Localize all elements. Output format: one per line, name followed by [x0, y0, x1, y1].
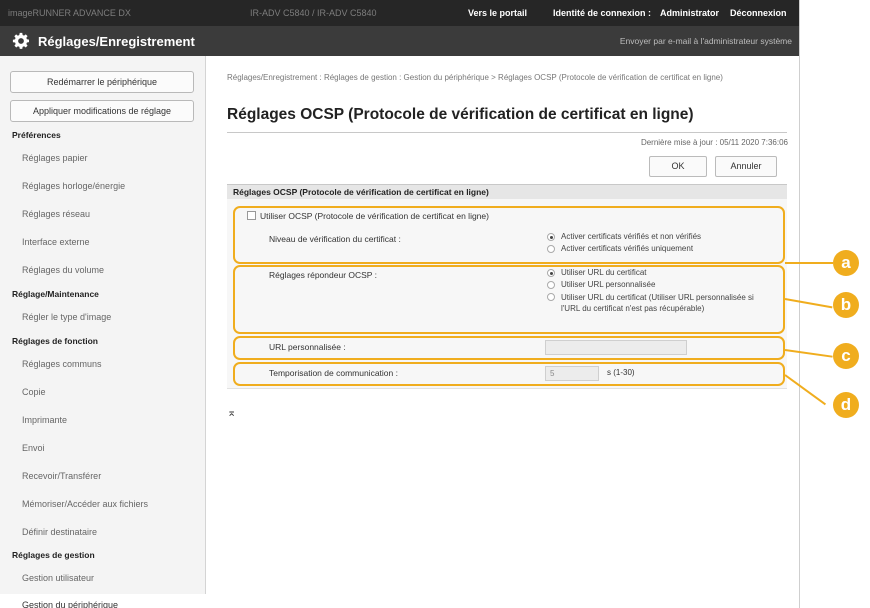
verify-level-label: Niveau de vérification du certificat :	[269, 234, 401, 244]
sidebar-item-send[interactable]: Envoi	[22, 443, 45, 453]
responder-radio-3[interactable]	[547, 293, 555, 301]
use-ocsp-label: Utiliser OCSP (Protocole de vérification…	[260, 211, 489, 221]
verify-level-option-2: Activer certificats vérifiés uniquement	[561, 244, 694, 253]
title-divider	[227, 132, 787, 133]
app-title: Réglages/Enregistrement	[38, 34, 195, 49]
sidebar-item-paper[interactable]: Réglages papier	[22, 153, 88, 163]
verify-level-radio-2[interactable]	[547, 245, 555, 253]
mail-admin-link[interactable]: Envoyer par e-mail à l'administrateur sy…	[620, 36, 792, 46]
login-user: Administrator	[660, 8, 720, 18]
browser-page: imageRUNNER ADVANCE DX IR-ADV C5840 / IR…	[0, 0, 800, 608]
device-id: IR-ADV C5840 / IR-ADV C5840	[250, 8, 377, 18]
sidebar-item-image-type[interactable]: Régler le type d'image	[22, 312, 111, 322]
sidebar-item-destination[interactable]: Définir destinataire	[22, 527, 97, 537]
sidebar-item-common[interactable]: Réglages communs	[22, 359, 102, 369]
sidebar-item-printer[interactable]: Imprimante	[22, 415, 67, 425]
verify-level-radio-1[interactable]	[547, 233, 555, 241]
title-bar: Réglages/Enregistrement Envoyer par e-ma…	[0, 26, 799, 56]
sidebar-item-user-management[interactable]: Gestion utilisateur	[22, 573, 94, 583]
timeout-unit: s (1-30)	[607, 368, 635, 377]
main-content: Réglages/Enregistrement : Réglages de ge…	[207, 56, 799, 608]
sidebar-item-store-access[interactable]: Mémoriser/Accéder aux fichiers	[22, 499, 148, 509]
sidebar-item-external-interface[interactable]: Interface externe	[22, 237, 90, 247]
timeout-label: Temporisation de communication :	[269, 368, 398, 378]
panel-header: Réglages OCSP (Protocole de vérification…	[227, 184, 787, 199]
responder-option-2: Utiliser URL personnalisée	[561, 280, 656, 289]
sidebar-section-preferences: Préférences	[12, 130, 61, 140]
sidebar-item-clock-energy[interactable]: Réglages horloge/énergie	[22, 181, 125, 191]
device-name: imageRUNNER ADVANCE DX	[8, 8, 131, 18]
ok-button[interactable]: OK	[649, 156, 707, 177]
responder-radio-1[interactable]	[547, 269, 555, 277]
sidebar-item-volume[interactable]: Réglages du volume	[22, 265, 104, 275]
portal-link[interactable]: Vers le portail	[468, 8, 527, 18]
callout-a: a	[833, 250, 859, 276]
sidebar-item-copy[interactable]: Copie	[22, 387, 46, 397]
sidebar: Redémarrer le périphérique Appliquer mod…	[0, 56, 206, 608]
logout-link[interactable]: Déconnexion	[730, 8, 787, 18]
sidebar-item-network[interactable]: Réglages réseau	[22, 209, 90, 219]
last-updated: Dernière mise à jour : 05/11 2020 7:36:0…	[640, 138, 788, 147]
sidebar-section-management: Réglages de gestion	[12, 550, 95, 560]
verify-level-option-1: Activer certificats vérifiés et non véri…	[561, 232, 702, 241]
sidebar-section-functions: Réglages de fonction	[12, 336, 98, 346]
responder-radio-2[interactable]	[547, 281, 555, 289]
responder-label: Réglages répondeur OCSP :	[269, 270, 378, 280]
back-to-top-icon[interactable]: ⌅	[227, 406, 236, 419]
callout-line-a	[785, 262, 833, 264]
callout-c: c	[833, 343, 859, 369]
responder-option-1: Utiliser URL du certificat	[561, 268, 647, 277]
use-ocsp-checkbox[interactable]	[247, 211, 256, 220]
cancel-button[interactable]: Annuler	[715, 156, 777, 177]
callout-d: d	[833, 392, 859, 418]
breadcrumb: Réglages/Enregistrement : Réglages de ge…	[227, 73, 723, 82]
sidebar-section-maintenance: Réglage/Maintenance	[12, 289, 99, 299]
top-bar: imageRUNNER ADVANCE DX IR-ADV C5840 / IR…	[0, 0, 799, 26]
apply-settings-button[interactable]: Appliquer modifications de réglage	[10, 100, 194, 122]
restart-device-button[interactable]: Redémarrer le périphérique	[10, 71, 194, 93]
gear-icon	[12, 32, 30, 49]
custom-url-input[interactable]	[545, 340, 687, 355]
responder-option-3: Utiliser URL du certificat (Utiliser URL…	[561, 293, 754, 313]
sidebar-item-receive-forward[interactable]: Recevoir/Transférer	[22, 471, 101, 481]
callout-b: b	[833, 292, 859, 318]
custom-url-label: URL personnalisée :	[269, 342, 346, 352]
sidebar-item-device-management[interactable]: Gestion du périphérique	[22, 600, 118, 608]
login-id-label: Identité de connexion :	[553, 8, 652, 18]
page-title: Réglages OCSP (Protocole de vérification…	[227, 106, 694, 123]
timeout-input[interactable]	[545, 366, 599, 381]
